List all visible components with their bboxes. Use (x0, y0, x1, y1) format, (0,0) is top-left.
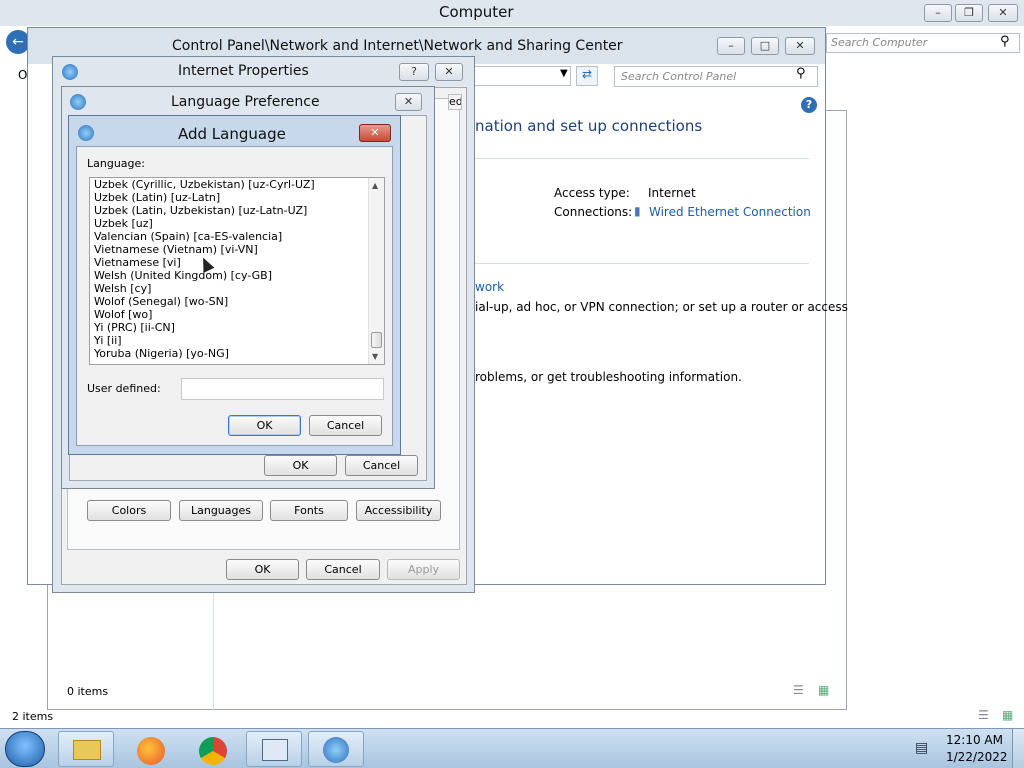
cp-search-icon[interactable]: ⚲ (796, 66, 806, 81)
list-item[interactable]: Uzbek (Cyrillic, Uzbekistan) [uz-Cyrl-UZ… (94, 178, 315, 191)
computer-search-input[interactable]: Search Computer (826, 33, 1020, 53)
access-type-value: Internet (648, 186, 696, 200)
list-item[interactable]: Welsh [cy] (94, 282, 151, 295)
list-item[interactable]: Wolof (Senegal) [wo-SN] (94, 295, 228, 308)
ip-ok-button[interactable]: OK (226, 559, 299, 580)
clock-time[interactable]: 12:10 AM (946, 733, 1003, 747)
list-item[interactable]: Valencian (Spain) [ca-ES-valencia] (94, 230, 282, 243)
user-defined-input[interactable] (181, 378, 384, 400)
network-minimize-icon[interactable]: – (717, 37, 745, 55)
list-item[interactable]: Vietnamese (Vietnam) [vi-VN] (94, 243, 258, 256)
control-panel-search-input[interactable]: Search Control Panel (614, 66, 818, 87)
scroll-thumb[interactable] (371, 332, 382, 348)
control-panel-search-placeholder: Search Control Panel (621, 70, 737, 83)
folder-icon (73, 740, 101, 760)
fonts-button[interactable]: Fonts (270, 500, 348, 521)
lp-cancel-button[interactable]: Cancel (345, 455, 418, 476)
chrome-icon (199, 737, 227, 765)
language-preference-title: Language Preference (171, 94, 320, 110)
address-bar[interactable] (473, 66, 571, 86)
al-cancel-button[interactable]: Cancel (309, 415, 382, 436)
clock-date[interactable]: 1/22/2022 (946, 750, 1008, 764)
network-maximize-icon[interactable]: □ (751, 37, 779, 55)
wired-ethernet-link[interactable]: Wired Ethernet Connection (649, 205, 811, 219)
network-text-1: ial-up, ad hoc, or VPN connection; or se… (475, 300, 848, 314)
restore-icon[interactable]: ❐ (955, 4, 983, 22)
list-item[interactable]: Yi [ii] (94, 334, 122, 347)
al-globe-icon (78, 125, 94, 141)
control-panel-icon (262, 739, 288, 761)
show-desktop-button[interactable] (1012, 729, 1024, 768)
list-item[interactable]: Uzbek (Latin) [uz-Latn] (94, 191, 220, 204)
start-button-icon[interactable] (5, 731, 45, 767)
view-large-icon[interactable]: ▦ (1002, 708, 1013, 722)
ethernet-icon: ▮ (634, 204, 641, 218)
accessibility-button[interactable]: Accessibility (356, 500, 441, 521)
list-item[interactable]: Wolof [wo] (94, 308, 152, 321)
connections-label: Connections: (554, 205, 633, 219)
list-item[interactable]: Uzbek (Latin, Uzbekistan) [uz-Latn-UZ] (94, 204, 307, 217)
al-close-icon[interactable]: ✕ (359, 124, 391, 142)
internet-properties-title: Internet Properties (178, 63, 309, 79)
taskbar: ▤ 12:10 AM 1/22/2022 (0, 728, 1024, 768)
list-item[interactable]: Uzbek [uz] (94, 217, 153, 230)
language-listbox[interactable]: Uzbek (Cyrillic, Uzbekistan) [uz-Cyrl-UZ… (89, 177, 385, 365)
user-defined-label: User defined: (87, 382, 161, 395)
refresh-icon[interactable]: ⇄ (576, 66, 598, 86)
close-icon[interactable]: ✕ (988, 4, 1018, 22)
behind-status: 0 items (67, 685, 109, 698)
ip-cancel-button[interactable]: Cancel (306, 559, 380, 580)
language-label: Language: (87, 157, 145, 170)
network-close-icon[interactable]: ✕ (785, 37, 815, 55)
list-item[interactable]: Yoruba (Nigeria) [yo-NG] (94, 347, 229, 360)
address-dropdown-icon[interactable]: ▼ (560, 68, 568, 79)
list-item[interactable]: Welsh (United Kingdom) [cy-GB] (94, 269, 272, 282)
scroll-down-icon[interactable]: ▼ (372, 352, 378, 361)
view-details-icon[interactable]: ☰ (978, 708, 989, 722)
ip-apply-button[interactable]: Apply (387, 559, 460, 580)
lp-globe-icon (70, 94, 86, 110)
scroll-up-icon[interactable]: ▲ (372, 181, 378, 190)
network-title: Control Panel\Network and Internet\Netwo… (172, 38, 623, 54)
colors-button[interactable]: Colors (87, 500, 171, 521)
lp-ok-button[interactable]: OK (264, 455, 337, 476)
taskbar-internet-options[interactable] (308, 731, 364, 767)
ip-close-icon[interactable]: ✕ (435, 63, 463, 81)
firefox-icon (137, 737, 165, 765)
heading-divider (475, 158, 809, 159)
network-heading: nation and set up connections (475, 117, 703, 135)
add-language-window: Add Language ✕ Language: Uzbek (Cyrillic… (68, 115, 401, 455)
al-ok-button[interactable]: OK (228, 415, 301, 436)
taskbar-chrome[interactable] (184, 731, 240, 767)
list-item[interactable]: Yi (PRC) [ii-CN] (94, 321, 175, 334)
taskbar-firefox[interactable] (122, 731, 178, 767)
tab-advanced-partial[interactable]: ed (448, 94, 462, 110)
listbox-scrollbar[interactable]: ▲ ▼ (368, 178, 384, 364)
help-icon[interactable]: ? (801, 97, 817, 113)
list-item[interactable]: Vietnamese [vi] (94, 256, 181, 269)
network-text-2: roblems, or get troubleshooting informat… (475, 370, 742, 384)
taskbar-control-panel[interactable] (246, 731, 302, 767)
behind-view-large-icon[interactable]: ▦ (818, 683, 829, 697)
computer-search-placeholder: Search Computer (831, 36, 928, 49)
taskbar-explorer[interactable] (58, 731, 114, 767)
behind-view-details-icon[interactable]: ☰ (793, 683, 804, 697)
add-language-title: Add Language (178, 125, 286, 143)
internet-options-icon (323, 737, 349, 763)
minimize-icon[interactable]: – (924, 4, 952, 22)
add-language-body: Language: Uzbek (Cyrillic, Uzbekistan) [… (76, 146, 393, 446)
computer-status: 2 items (12, 710, 54, 723)
network-tray-icon[interactable]: ▤ (915, 740, 928, 756)
access-type-label: Access type: (554, 186, 630, 200)
globe-icon (62, 64, 78, 80)
languages-button[interactable]: Languages (179, 500, 263, 521)
ip-help-button[interactable]: ? (399, 63, 429, 81)
computer-title: Computer (439, 3, 514, 21)
section-divider (475, 263, 809, 264)
lp-close-icon[interactable]: ✕ (395, 93, 422, 111)
computer-titlebar: Computer – ❐ ✕ (0, 0, 1024, 26)
network-link-partial[interactable]: work (475, 280, 504, 294)
search-icon[interactable]: ⚲ (1000, 34, 1010, 49)
